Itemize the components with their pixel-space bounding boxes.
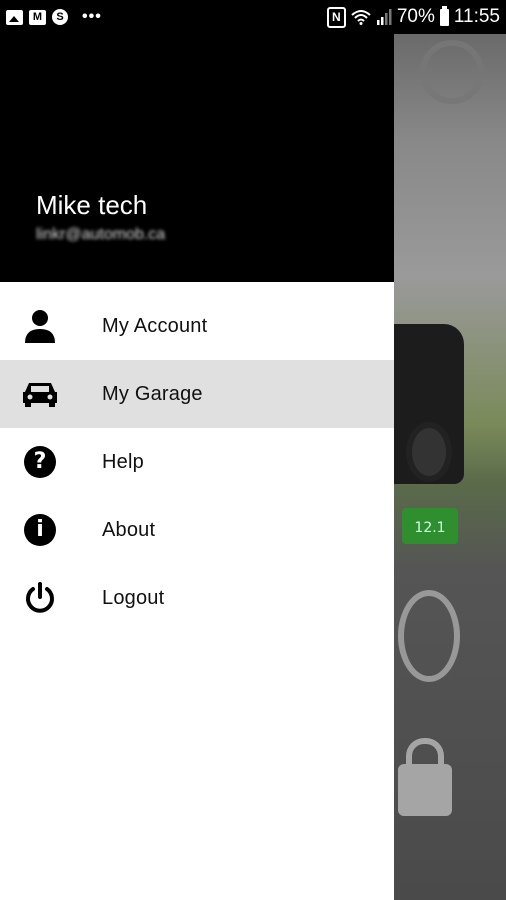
more-notifications-icon: ••• (82, 8, 102, 25)
car-icon (22, 376, 58, 412)
menu-item-label: My Account (102, 314, 208, 337)
menu-item-about[interactable]: i About (0, 496, 394, 564)
menu-item-logout[interactable]: Logout (0, 564, 394, 632)
battery-voltage-indicator: 12.1 (402, 508, 458, 544)
signal-icon (376, 9, 392, 25)
gmail-icon: M (29, 9, 46, 25)
menu-item-label: My Garage (102, 382, 203, 405)
settings-gear-icon (420, 40, 484, 104)
person-icon (22, 308, 58, 344)
notification-icons: M S ••• (0, 8, 102, 26)
drawer-header: Mike tech linkr@automob.ca (0, 0, 394, 282)
info-icon: i (22, 512, 58, 548)
menu-item-my-account[interactable]: My Account (0, 292, 394, 360)
clock: 11:55 (453, 6, 500, 27)
background-app: 12.1 (394, 34, 506, 900)
system-status: N 70% 11:55 (326, 0, 500, 34)
menu-item-label: About (102, 518, 156, 541)
status-bar: M S ••• N 70% 11:55 (0, 0, 506, 34)
menu-item-help[interactable]: ? Help (0, 428, 394, 496)
navigation-drawer: Mike tech linkr@automob.ca My Account My… (0, 0, 394, 900)
help-icon: ? (22, 444, 58, 480)
user-email: linkr@automob.ca (36, 226, 166, 243)
battery-icon (439, 5, 449, 26)
gallery-icon (6, 9, 23, 25)
skype-icon: S (52, 9, 68, 25)
menu-item-label: Logout (102, 586, 165, 609)
wifi-icon (351, 10, 371, 25)
menu-item-my-garage[interactable]: My Garage (0, 360, 394, 428)
unlock-icon (398, 738, 452, 816)
menu-item-label: Help (102, 450, 144, 473)
power-icon (22, 580, 58, 616)
nfc-icon: N (326, 6, 346, 28)
user-name: Mike tech (36, 190, 148, 220)
drawer-menu: My Account My Garage ? Help i About Logo… (0, 292, 394, 632)
remote-start-icon (398, 590, 460, 682)
battery-percentage: 70% (396, 6, 435, 27)
car-wheel (406, 422, 452, 482)
